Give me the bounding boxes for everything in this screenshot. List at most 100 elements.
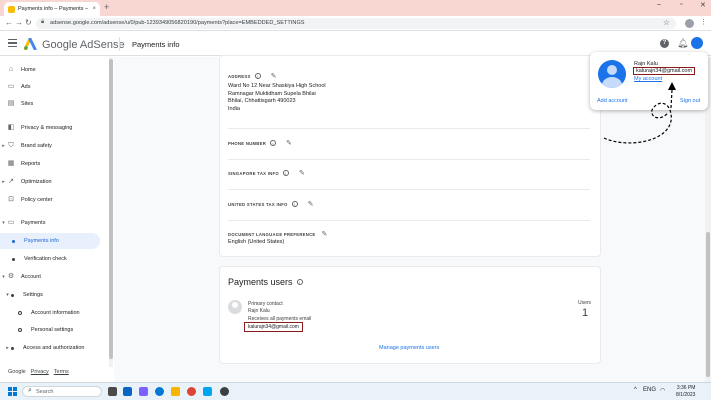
user-role: Primary contact — [248, 301, 283, 307]
manage-payments-users-link[interactable]: Manage payments users — [379, 345, 439, 351]
new-tab-button[interactable]: + — [104, 2, 109, 12]
sign-out-button[interactable]: Sign out — [680, 98, 700, 104]
edit-phone-pencil-icon[interactable]: ✎ — [286, 139, 292, 147]
annotation-dashed-arrow — [603, 82, 676, 144]
edit-address-pencil-icon[interactable]: ✎ — [271, 72, 277, 80]
url-input[interactable]: 🔒︎ adsense.google.com/adsense/u/0/pub-12… — [36, 18, 676, 29]
user-avatar — [228, 300, 242, 314]
sidebar: ⌂ Home ▭ Ads ▤ Sites ◧ Privacy & messagi… — [0, 57, 110, 367]
sidebar-scrollbar[interactable] — [109, 57, 113, 367]
sidebar-item-payments-info[interactable]: Payments info — [0, 233, 100, 249]
us-tax-label: UNITED STATES TAX INFO i ✎ — [228, 200, 314, 208]
sidebar-item-label: Home — [21, 67, 36, 73]
edit-language-pencil-icon[interactable]: ✎ — [322, 230, 328, 238]
reload-icon[interactable]: ↻ — [25, 18, 32, 27]
bookmark-star-icon[interactable]: ☆ — [663, 18, 670, 27]
google-footer-link[interactable]: Google — [8, 369, 26, 375]
main-scroll-thumb[interactable] — [706, 232, 710, 377]
page-title: Payments info — [132, 40, 180, 49]
task-view-icon[interactable] — [108, 387, 117, 396]
info-icon[interactable]: i — [270, 140, 277, 146]
tab-close-icon[interactable]: × — [92, 6, 96, 12]
tray-chevron-icon[interactable]: ^ — [634, 387, 637, 393]
sidebar-item-label: Reports — [21, 161, 41, 167]
sidebar-item-access-authorization[interactable]: ▸ Access and authorization — [0, 340, 100, 356]
address-line: Ramnagar Muktidham Supela Bhilai — [228, 90, 316, 97]
sidebar-item-verification-check[interactable]: Verification check — [0, 251, 100, 267]
home-icon: ⌂ — [8, 66, 14, 73]
policy-icon: ⊡ — [8, 196, 14, 203]
help-icon[interactable]: ? — [660, 39, 669, 48]
windows-start-icon[interactable] — [8, 387, 17, 396]
notifications-bell-icon[interactable]: 🔔︎ — [677, 38, 688, 49]
user-name: Rajn Kalu — [248, 308, 270, 314]
info-icon[interactable]: i — [291, 201, 298, 207]
sidebar-item-account-information[interactable]: Account information — [0, 305, 100, 321]
sidebar-item-reports[interactable]: ▦ Reports — [0, 156, 100, 172]
sidebar-scroll-thumb[interactable] — [109, 59, 113, 359]
language-label-text: DOCUMENT LANGUAGE PREFERENCE — [228, 231, 316, 237]
account-avatar[interactable] — [691, 37, 703, 49]
chrome-icon[interactable] — [187, 387, 196, 396]
edit-us-tax-pencil-icon[interactable]: ✎ — [308, 200, 314, 208]
sidebar-item-sites[interactable]: ▤ Sites — [0, 96, 100, 112]
forward-arrow-icon[interactable]: → — [15, 18, 23, 27]
expand-caret-icon: ▸ — [6, 345, 9, 351]
divider — [228, 189, 590, 190]
teams-icon[interactable] — [139, 387, 148, 396]
sidebar-item-label: Ads — [21, 84, 31, 90]
sidebar-item-payments[interactable]: ▾ ▭ Payments — [0, 215, 100, 231]
minimize-button[interactable]: – — [657, 1, 661, 8]
sidebar-item-policy-center[interactable]: ⊡ Policy center — [0, 192, 100, 208]
file-explorer-icon[interactable] — [171, 387, 180, 396]
hamburger-menu-icon[interactable] — [8, 39, 17, 49]
info-icon[interactable]: i — [254, 73, 261, 79]
users-count-label: Users — [578, 300, 592, 306]
sidebar-item-brand-safety[interactable]: ▸ ⛉ Brand safety — [0, 138, 100, 154]
address-line: Ward No 12 Near Shaskiya High School — [228, 83, 326, 89]
collapse-caret-icon: ▾ — [2, 274, 5, 280]
sidebar-item-label: Account — [21, 274, 41, 280]
payments-users-card: Payments users i Primary contact Rajn Ka… — [219, 266, 601, 364]
info-icon[interactable]: i — [282, 170, 289, 176]
taskbar-search-input[interactable]: ⌕ Search — [22, 386, 102, 397]
back-arrow-icon[interactable]: ← — [5, 18, 13, 27]
wifi-icon[interactable]: ◠ — [660, 387, 665, 394]
sidebar-item-personal-settings[interactable]: Personal settings — [0, 322, 100, 338]
browser-menu-icon[interactable]: ⋮ — [700, 18, 707, 26]
store-icon[interactable] — [203, 387, 212, 396]
chrome-active-icon[interactable] — [220, 387, 229, 396]
popup-user-email: kalurajn34@gmail.com — [633, 67, 696, 75]
browser-profile-icon[interactable] — [685, 19, 694, 28]
sidebar-item-home[interactable]: ⌂ Home — [0, 62, 100, 78]
language-preference-label: DOCUMENT LANGUAGE PREFERENCE ✎ — [228, 230, 328, 238]
maximize-button[interactable]: ▫ — [680, 1, 682, 8]
browser-tab-strip: Payments info – Payments – G... × + – ▫ … — [0, 0, 711, 16]
sidebar-item-label: Verification check — [24, 256, 67, 262]
sidebar-item-privacy-messaging[interactable]: ◧ Privacy & messaging — [0, 120, 100, 136]
search-icon: ⌕ — [28, 387, 32, 394]
sidebar-item-label: Optimization — [21, 179, 52, 185]
sidebar-item-label: Account information — [31, 310, 80, 316]
widgets-icon[interactable] — [123, 387, 132, 396]
language-indicator[interactable]: ENG — [643, 387, 656, 393]
payments-icon: ▭ — [7, 219, 15, 226]
browser-tab[interactable]: Payments info – Payments – G... × — [4, 2, 100, 16]
sidebar-item-account[interactable]: ▾ ⚙ Account — [0, 269, 100, 285]
edge-icon[interactable] — [155, 387, 164, 396]
sidebar-item-optimization[interactable]: ▸ ↗ Optimization — [0, 174, 100, 190]
edit-singapore-tax-pencil-icon[interactable]: ✎ — [299, 169, 305, 177]
info-icon[interactable]: i — [296, 279, 303, 285]
close-window-button[interactable]: ✕ — [700, 1, 706, 9]
sidebar-item-settings[interactable]: ▾ Settings — [0, 287, 100, 303]
taskbar-clock[interactable]: 3:36 PM 8/1/2023 — [676, 385, 695, 398]
privacy-icon: ◧ — [7, 124, 15, 131]
privacy-link[interactable]: Privacy — [31, 369, 49, 375]
user-email: kalurajn34@gmail.com — [244, 322, 303, 332]
sites-icon: ▤ — [7, 100, 15, 107]
sidebar-item-ads[interactable]: ▭ Ads — [0, 79, 100, 95]
app-logo-text[interactable]: Google AdSense — [42, 39, 125, 51]
optimization-icon: ↗ — [8, 178, 14, 185]
terms-link[interactable]: Terms — [54, 369, 69, 375]
windows-taskbar: ⌕ Search ^ ENG ◠ 3:36 PM 8/1/2023 — [0, 382, 711, 400]
